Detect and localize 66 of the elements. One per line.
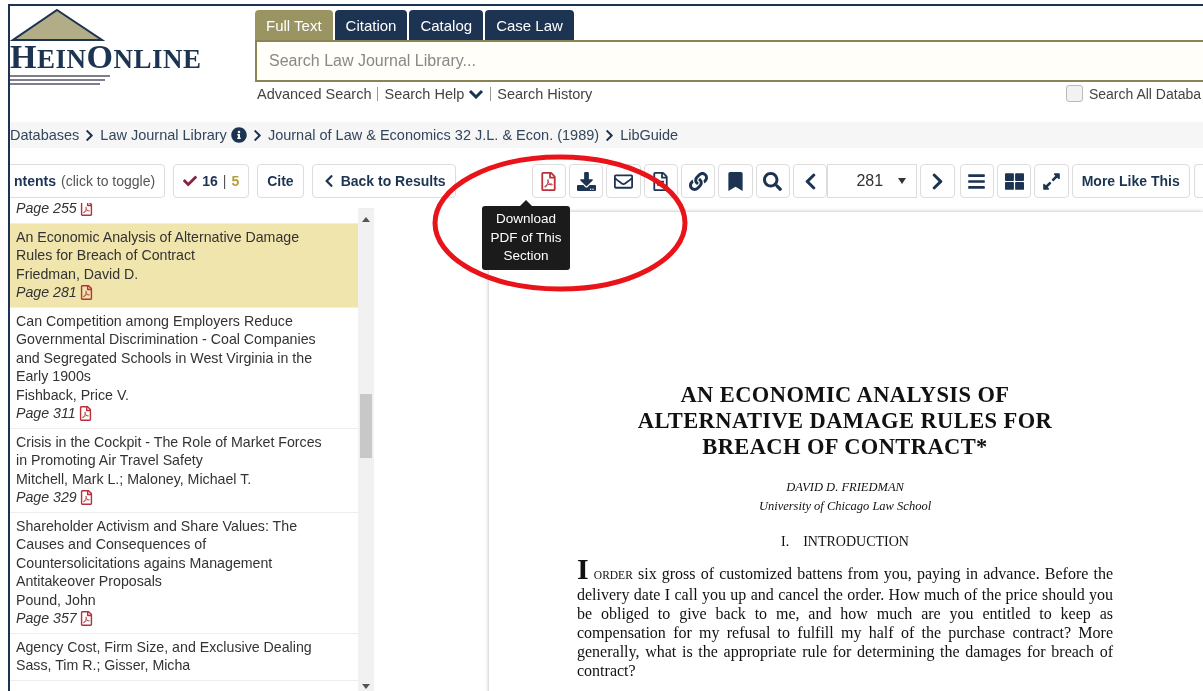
article-title: Shareholder Activism and Share Values: The Causes and Consequences of Countersolicitations agains Management Antitakeover Proposals <box>16 516 299 591</box>
separator: | <box>222 173 227 189</box>
toc-item[interactable]: An Economic Analysis of Alternative Damage Rules for Breach of Contract Friedman, David D. Page 281 <box>10 223 358 308</box>
expand-icon[interactable] <box>1034 164 1069 198</box>
logo-lines-icon <box>10 74 110 86</box>
tooltip-arrow-icon <box>520 200 532 206</box>
article-title: Crisis in the Cockpit - The Role of Market Forces in Promoting Air Travel Safety <box>16 432 323 470</box>
more-like-this-button[interactable]: More Like This <box>1071 164 1190 198</box>
info-icon <box>230 127 247 143</box>
search-link[interactable]: Advanced Search <box>257 85 372 102</box>
checkmark-icon <box>183 174 198 188</box>
grid-icon[interactable] <box>997 164 1032 198</box>
article-page: Page 311 <box>16 404 76 423</box>
chevron-down-icon <box>468 88 485 99</box>
section-number: I. <box>781 534 790 550</box>
chevron-right-icon[interactable] <box>920 164 955 198</box>
article-authors: Fishback, Price V. <box>16 385 131 404</box>
search-tab[interactable]: Catalog <box>409 10 484 40</box>
page-select[interactable]: 281 <box>827 164 918 198</box>
search-input[interactable]: Search Law Journal Library... <box>257 42 1203 80</box>
chevron-left-icon[interactable] <box>793 164 828 198</box>
document-affiliation: University of Chicago Law School <box>757 499 933 514</box>
dropdown-caret-icon <box>898 178 907 184</box>
article-authors: Friedman, David D. <box>16 264 140 283</box>
article-page: Page 329 <box>16 488 77 507</box>
search-all-label: Search All Databa <box>1088 85 1201 102</box>
breadcrumb-link[interactable]: Law Journal Library <box>100 127 227 143</box>
section-heading: INTRODUCTION <box>803 534 909 550</box>
search-link[interactable]: Search Help <box>384 85 485 102</box>
article-title: An Economic Analysis of Alternative Damage Rules for Breach of Contract <box>16 227 301 265</box>
logo-text: HEINONLINE <box>10 40 203 74</box>
article-title: Agency Cost, Firm Size, and Exclusive Dealing <box>16 637 313 656</box>
search-all-checkbox[interactable] <box>1065 85 1083 102</box>
bookmark-icon[interactable] <box>718 164 753 198</box>
pdf-icon[interactable] <box>78 203 94 216</box>
search-tab[interactable]: Citation <box>334 10 408 40</box>
breadcrumb-link[interactable]: LibGuide <box>620 127 679 143</box>
document-author: DAVID D. FRIEDMAN <box>785 480 905 495</box>
article-page: Page 255 <box>16 203 77 218</box>
search-link[interactable]: Search History <box>497 85 593 102</box>
breadcrumb-link[interactable]: Journal of Law & Economics 32 J.L. & Econ. (1989) <box>267 127 600 143</box>
article-title: Can Competition among Employers Reduce Governmental Discrimination - Coal Companies and Segregated Schools in West Virginia in the Early 1900s <box>16 311 317 386</box>
article-page: Page 357 <box>16 609 77 628</box>
pdf-icon[interactable] <box>78 284 94 300</box>
tooltip: Download PDF of This Section <box>482 206 570 270</box>
pdf-icon[interactable] <box>77 405 93 421</box>
article-page: Page 281 <box>16 283 77 302</box>
download-icon[interactable] <box>569 164 604 198</box>
article-authors: Sass, Tim R.; Gisser, Micha <box>16 656 192 675</box>
pdf-icon[interactable] <box>531 164 566 198</box>
back-to-results-button[interactable]: Back to Results <box>311 164 456 198</box>
pdf-icon[interactable] <box>78 610 94 626</box>
article-authors: Mitchell, Mark L.; Maloney, Michael T. <box>16 469 253 488</box>
contents-toggle-button[interactable]: ntents (click to toggle) <box>10 164 166 198</box>
pdf-icon[interactable] <box>78 489 94 505</box>
breadcrumb-link[interactable]: Databases <box>10 127 80 143</box>
search-icon[interactable] <box>755 164 791 198</box>
link-icon[interactable] <box>681 164 716 198</box>
menu-icon[interactable] <box>959 164 994 198</box>
search-tab[interactable]: Case Law <box>485 10 574 40</box>
cite-button[interactable]: Cite <box>257 164 304 198</box>
article-authors: Pound, John <box>16 590 97 609</box>
marked-items-button[interactable]: 16 | 5 <box>173 164 250 198</box>
document-title: AN ECONOMIC ANALYSIS OF ALTERNATIVE DAMAGE RULES FOR BREACH OF CONTRACT* <box>636 382 1054 460</box>
scrollbar[interactable] <box>358 209 374 691</box>
toc-item[interactable]: Page 255 <box>10 203 358 224</box>
